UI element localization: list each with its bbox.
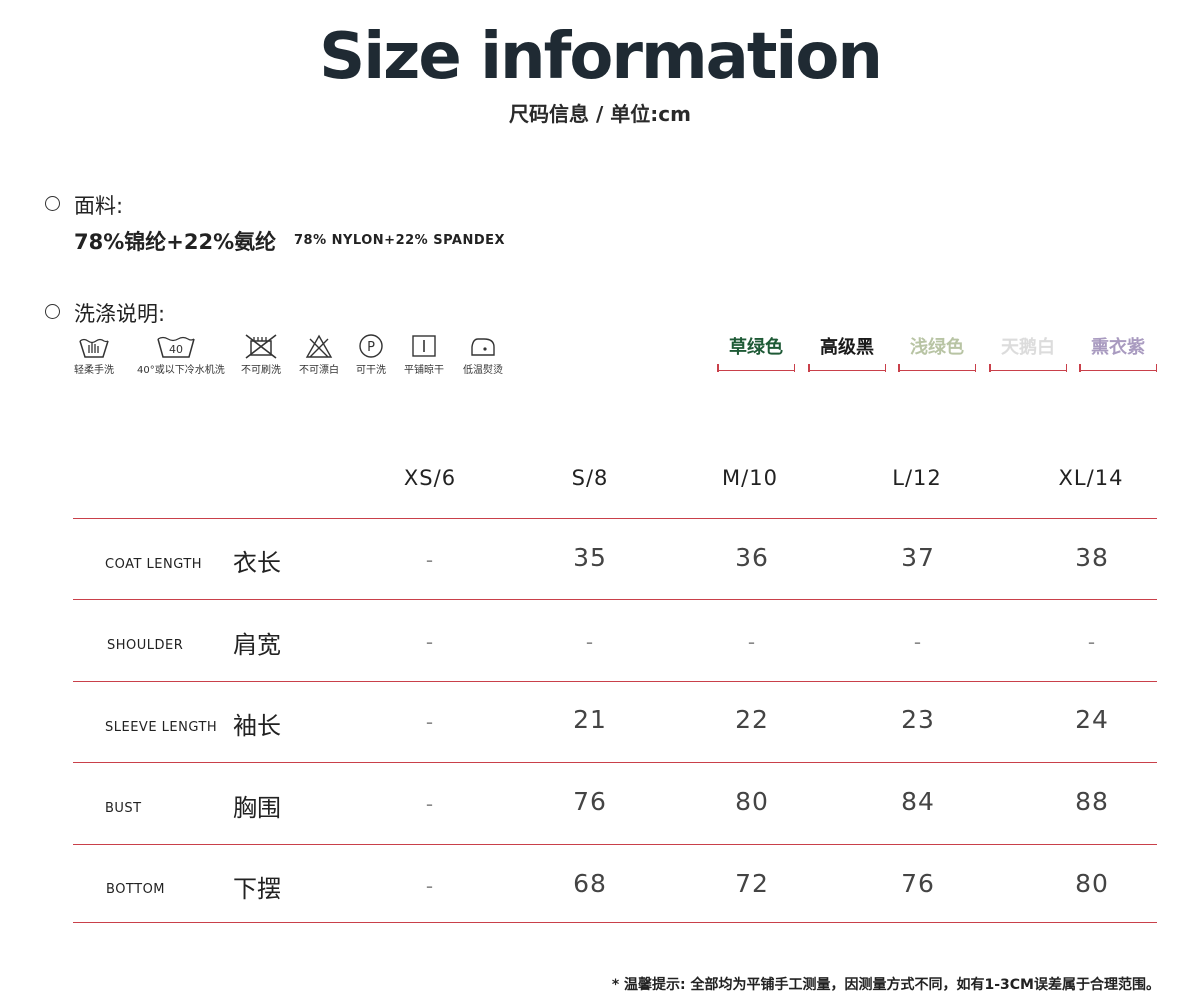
- row-label-cn: 肩宽: [233, 631, 281, 659]
- color-option-swan-white[interactable]: 天鹅白: [989, 336, 1067, 372]
- row-label-cn: 下摆: [233, 875, 281, 903]
- color-name: 天鹅白: [1001, 337, 1055, 358]
- table-cell: -: [425, 874, 435, 898]
- table-cell: -: [1087, 630, 1097, 654]
- table-cell: 72: [735, 869, 769, 898]
- care-label: 洗涤说明:: [74, 302, 166, 326]
- color-option-light-green[interactable]: 浅绿色: [898, 336, 976, 372]
- fabric-composition-cn: 78%锦纶+22%氨纶: [74, 230, 277, 254]
- table-cell: -: [425, 548, 435, 572]
- table-cell: 38: [1075, 543, 1109, 572]
- table-cell: 24: [1075, 705, 1109, 734]
- fabric-bullet-icon: [45, 196, 60, 211]
- table-divider: [73, 922, 1157, 923]
- row-label-en: BUST: [105, 801, 142, 816]
- table-cell: 80: [735, 787, 769, 816]
- size-header-s: S/8: [571, 466, 609, 490]
- color-option-lavender[interactable]: 熏衣紫: [1079, 336, 1157, 372]
- size-header-xs: XS/6: [403, 466, 457, 490]
- table-divider: [73, 681, 1157, 682]
- table-divider: [73, 518, 1157, 519]
- table-cell: 76: [573, 787, 607, 816]
- row-label-en: COAT LENGTH: [105, 557, 203, 572]
- dry-flat-icon: [412, 335, 436, 357]
- table-cell: 21: [573, 705, 607, 734]
- row-label-en: BOTTOM: [106, 882, 166, 897]
- table-cell: -: [747, 630, 757, 654]
- measurement-footnote: * 温馨提示: 全部均为平铺手工测量，因测量方式不同，如有1-3CM误差属于合理…: [611, 977, 1160, 993]
- table-cell: 36: [735, 543, 769, 572]
- row-label-cn: 胸围: [233, 794, 281, 822]
- table-cell: 88: [1075, 787, 1109, 816]
- row-label-en: SLEEVE LENGTH: [105, 720, 218, 735]
- row-label-cn: 衣长: [233, 549, 281, 577]
- color-option-black[interactable]: 高级黑: [808, 336, 886, 372]
- table-cell: 37: [901, 543, 935, 572]
- no-brush-icon: [245, 334, 277, 359]
- size-header-xl: XL/14: [1058, 466, 1124, 490]
- hand-wash-icon: [79, 338, 109, 358]
- no-bleach-icon: [305, 334, 333, 358]
- table-cell: -: [425, 630, 435, 654]
- color-name: 高级黑: [820, 337, 874, 358]
- row-label-en: SHOULDER: [107, 638, 184, 653]
- table-cell: 35: [573, 543, 607, 572]
- table-divider: [73, 762, 1157, 763]
- table-cell: -: [425, 792, 435, 816]
- table-cell: 84: [901, 787, 935, 816]
- fabric-label: 面料:: [74, 194, 124, 218]
- color-name: 熏衣紫: [1091, 337, 1145, 358]
- table-divider: [73, 599, 1157, 600]
- care-bullet-icon: [45, 304, 60, 319]
- table-cell: 76: [901, 869, 935, 898]
- table-cell: 22: [735, 705, 769, 734]
- page-title: Size information: [319, 20, 883, 94]
- iron-low-icon: [471, 338, 495, 356]
- table-cell: 23: [901, 705, 935, 734]
- table-divider: [73, 844, 1157, 845]
- color-name: 草绿色: [729, 337, 783, 358]
- table-cell: -: [913, 630, 923, 654]
- fabric-composition-en: 78% NYLON+22% SPANDEX: [294, 233, 506, 248]
- size-header-m: M/10: [722, 466, 778, 490]
- table-cell: 80: [1075, 869, 1109, 898]
- wash-temp-badge: 40: [169, 343, 183, 356]
- size-header-l: L/12: [892, 466, 942, 490]
- table-cell: 68: [573, 869, 607, 898]
- care-label-hand-wash: 轻柔手洗: [74, 365, 114, 376]
- care-label-iron-low: 低温熨烫: [463, 365, 503, 376]
- page-subtitle: 尺码信息 / 单位:cm: [509, 102, 691, 126]
- table-cell: -: [585, 630, 595, 654]
- care-item-machine-wash: 40 40°或以下冷水机洗: [137, 333, 225, 376]
- color-option-grass-green[interactable]: 草绿色: [717, 336, 795, 372]
- dry-clean-badge: P: [367, 340, 375, 355]
- care-item-hand-wash: 轻柔手洗: [55, 333, 133, 376]
- care-label-machine-wash: 40°或以下冷水机洗: [137, 365, 225, 376]
- table-cell: -: [425, 710, 435, 734]
- care-item-iron-low: 低温熨烫: [444, 333, 522, 376]
- dry-clean-p-icon: P: [359, 334, 383, 358]
- row-label-cn: 袖长: [233, 712, 281, 740]
- machine-wash-40-icon: 40: [157, 336, 195, 358]
- color-name: 浅绿色: [910, 337, 964, 358]
